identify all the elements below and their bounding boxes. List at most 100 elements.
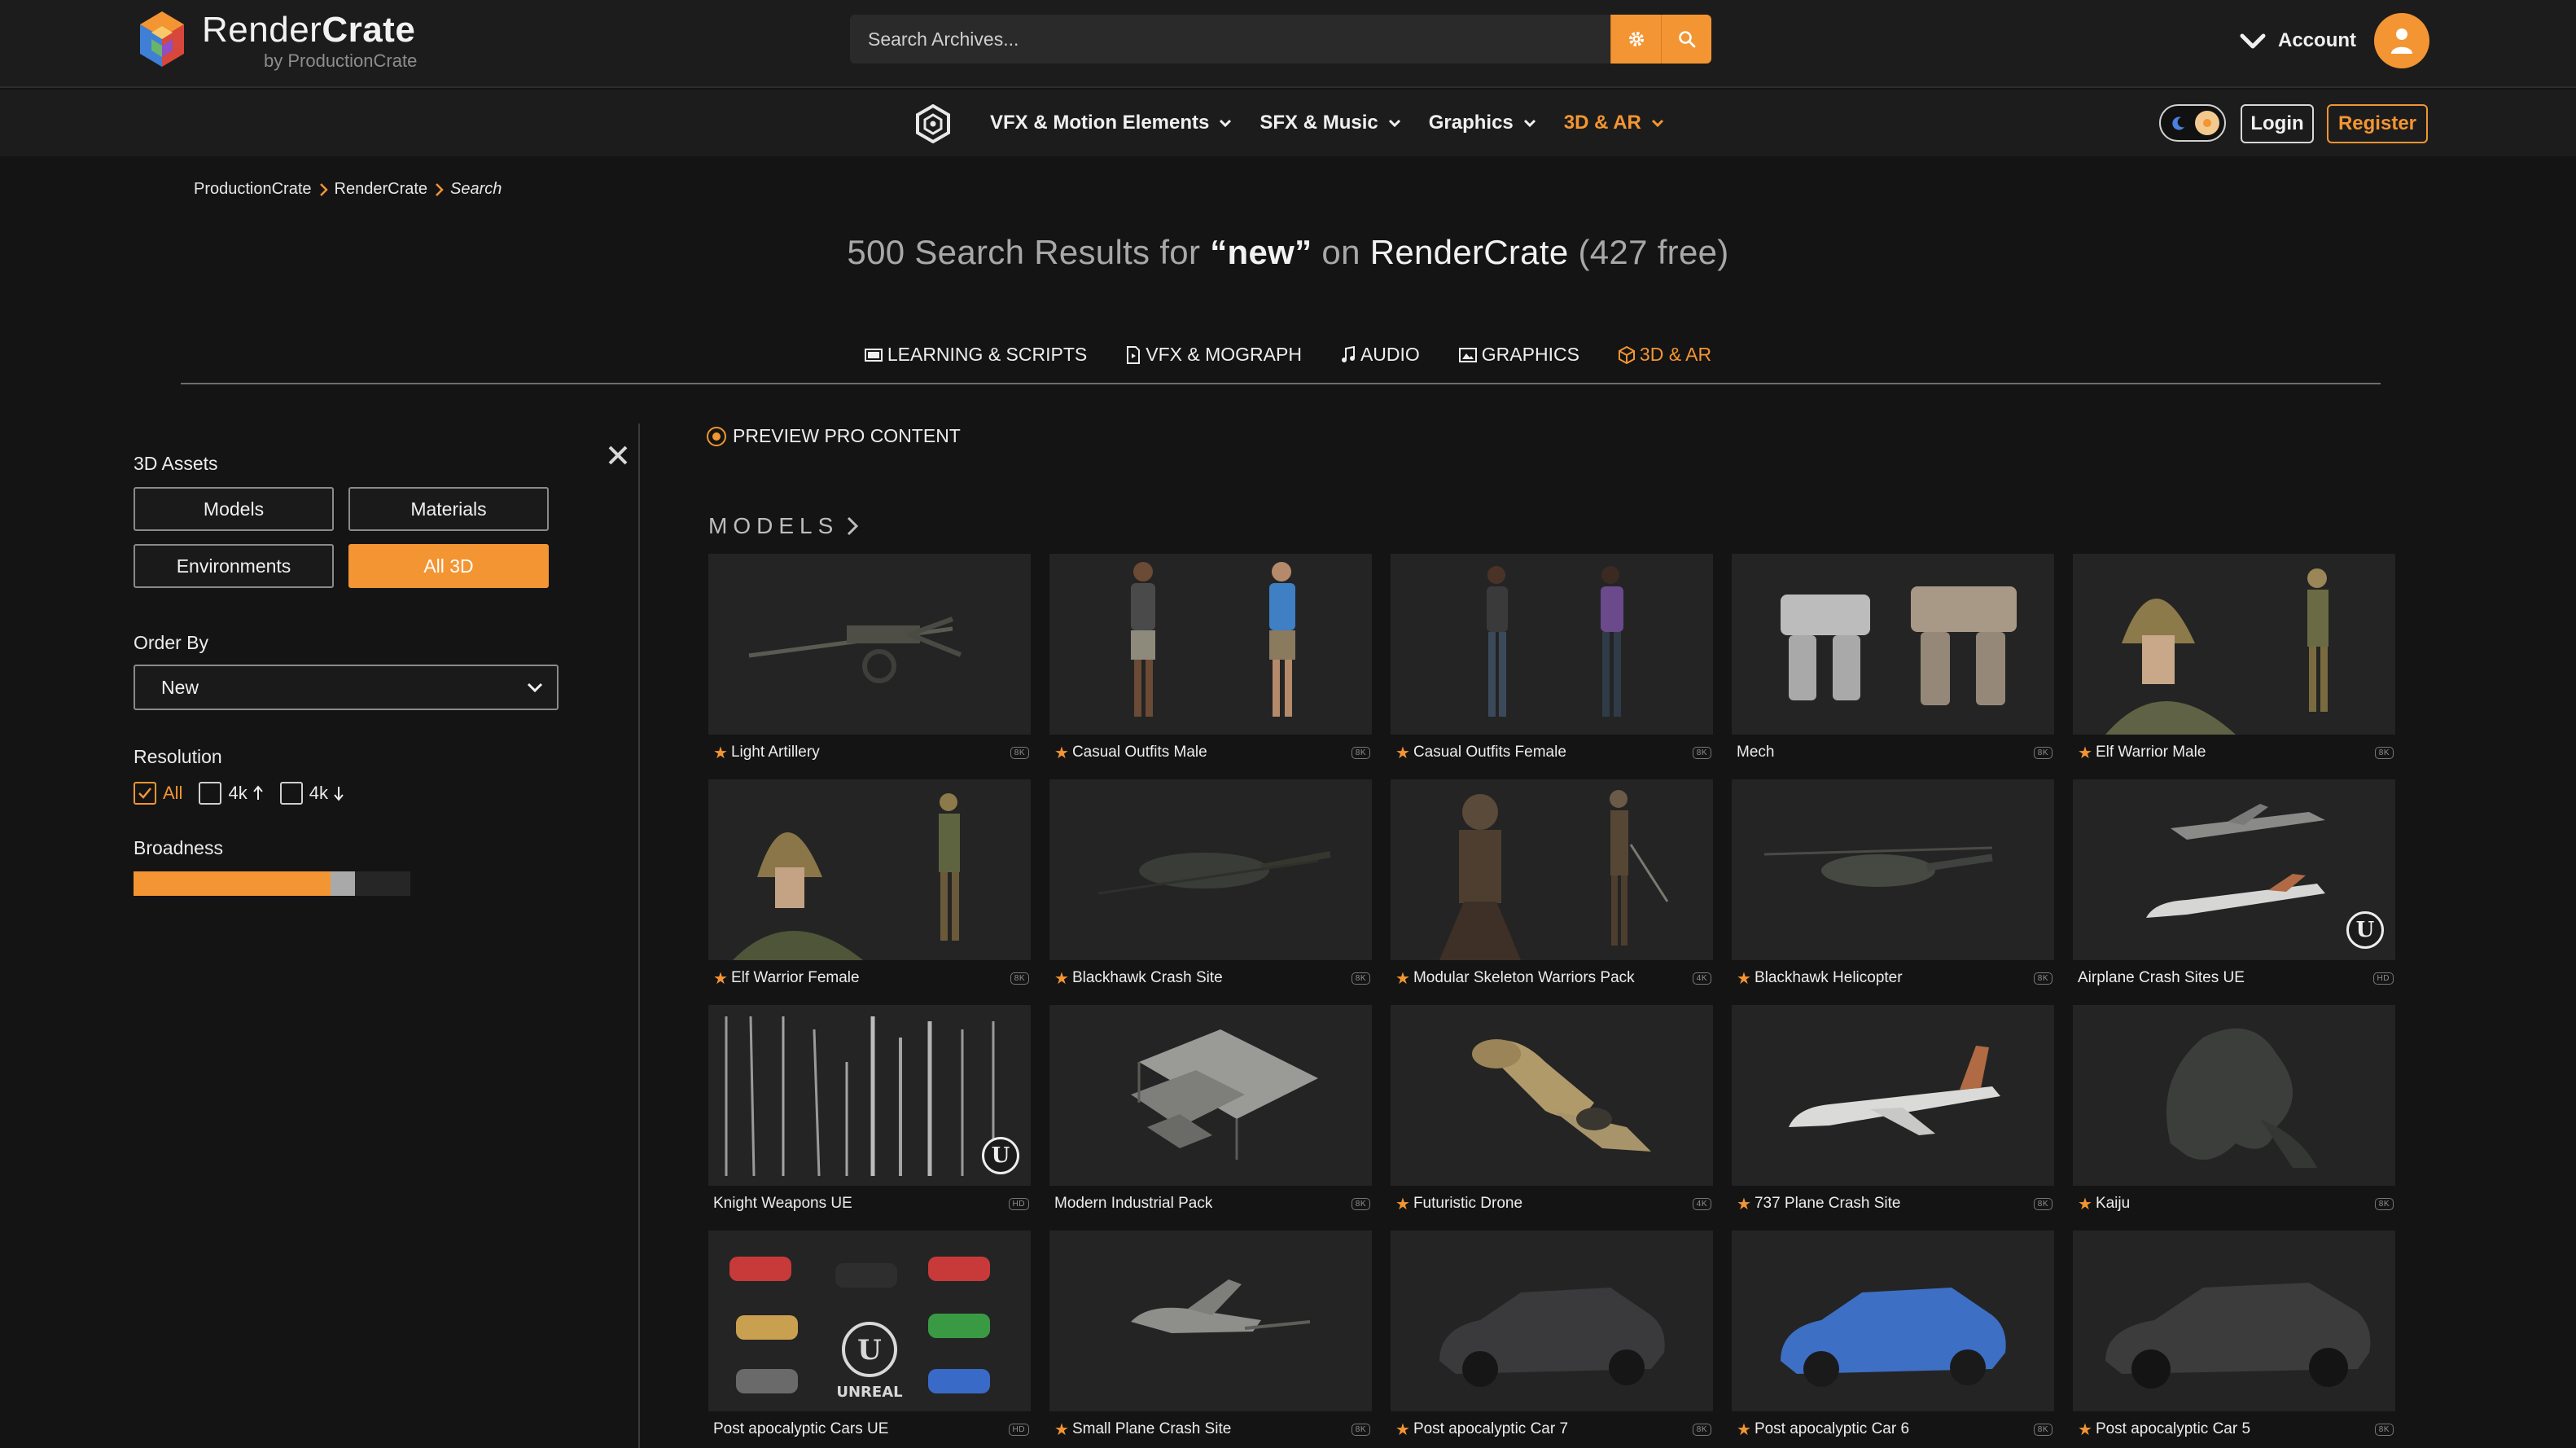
asset-thumbnail[interactable] — [1732, 779, 2054, 960]
asset-card[interactable]: ★ Casual Outfits Female 8K — [1391, 554, 1713, 779]
breadcrumb-link[interactable]: RenderCrate — [335, 180, 428, 199]
asset-title: Knight Weapons UE — [713, 1195, 852, 1212]
asset-card[interactable]: ★ Light Artillery 8K — [708, 554, 1031, 779]
asset-card[interactable]: U UNREAL Post apocalyptic Cars UE HD — [708, 1231, 1031, 1448]
asset-card[interactable]: ★ Futuristic Drone 4K — [1391, 1005, 1713, 1231]
asset-thumbnail[interactable]: U — [2073, 779, 2395, 960]
tab-audio[interactable]: AUDIO — [1341, 344, 1420, 366]
theme-toggle[interactable] — [2159, 104, 2226, 142]
asset-thumbnail[interactable] — [1049, 554, 1372, 735]
asset-card[interactable]: ★ Post apocalyptic Car 6 8K — [1732, 1231, 2054, 1448]
asset-thumbnail[interactable] — [708, 779, 1031, 960]
asset-card[interactable]: ★ Modular Skeleton Warriors Pack 4K — [1391, 779, 1713, 1005]
asset-title: Modular Skeleton Warriors Pack — [1413, 969, 1635, 986]
nav-vfx-motion[interactable]: VFX & Motion Elements — [990, 112, 1232, 134]
resolution-badge: 8K — [1351, 1423, 1370, 1436]
search-input[interactable] — [850, 15, 1610, 64]
asset-card[interactable]: U Airplane Crash Sites UE HD — [2073, 779, 2395, 1005]
models-section-link[interactable]: MODELS — [708, 513, 860, 539]
checkbox[interactable] — [134, 782, 156, 805]
category-nav: VFX & Motion Elements SFX & Music Graphi… — [0, 90, 2576, 156]
chevron-down-icon — [527, 682, 543, 693]
asset-title: Elf Warrior Female — [730, 969, 860, 986]
tab-3d-ar[interactable]: 3D & AR — [1618, 344, 1711, 366]
filter-all-3d-button[interactable]: All 3D — [348, 544, 549, 588]
asset-title: Casual Outfits Female — [1413, 744, 1566, 761]
asset-card[interactable]: ★ Blackhawk Helicopter 8K — [1732, 779, 2054, 1005]
asset-card[interactable]: Mech 8K — [1732, 554, 2054, 779]
avatar[interactable] — [2374, 13, 2429, 68]
rendercrate-logo[interactable]: RenderCrate by ProductionCrate — [137, 10, 417, 72]
asset-card[interactable]: Modern Industrial Pack 8K — [1049, 1005, 1372, 1231]
asset-thumbnail[interactable] — [708, 554, 1031, 735]
asset-thumbnail[interactable] — [1391, 779, 1713, 960]
breadcrumb-link[interactable]: ProductionCrate — [194, 180, 312, 199]
nav-sfx-music[interactable]: SFX & Music — [1260, 112, 1400, 134]
resolution-all-option[interactable]: All — [134, 782, 182, 805]
tab-learning-scripts[interactable]: LEARNING & SCRIPTS — [864, 344, 1087, 366]
asset-card[interactable]: ★ Post apocalyptic Car 5 8K — [2073, 1231, 2395, 1448]
asset-thumbnail[interactable] — [2073, 554, 2395, 735]
tabs-divider — [181, 383, 2381, 384]
chevron-right-icon — [848, 516, 859, 536]
account-menu[interactable]: Account — [2239, 13, 2429, 68]
asset-thumbnail[interactable] — [1391, 554, 1713, 735]
arrow-down-icon — [334, 787, 344, 801]
tab-vfx-mograph[interactable]: VFX & MOGRAPH — [1126, 344, 1302, 366]
filter-materials-button[interactable]: Materials — [348, 487, 549, 531]
asset-thumbnail[interactable]: U — [708, 1005, 1031, 1186]
login-button[interactable]: Login — [2241, 104, 2314, 143]
checkbox[interactable] — [199, 782, 222, 805]
asset-thumbnail[interactable] — [1049, 1005, 1372, 1186]
broadness-slider-handle[interactable] — [331, 871, 355, 896]
asset-thumbnail[interactable] — [2073, 1005, 2395, 1186]
star-icon: ★ — [2078, 744, 2092, 762]
resolution-badge: 8K — [2033, 1423, 2052, 1436]
productioncrate-icon[interactable] — [915, 104, 951, 143]
checkbox[interactable] — [279, 782, 303, 805]
asset-thumbnail[interactable] — [1049, 779, 1372, 960]
resolution-badge: HD — [1008, 1197, 1029, 1210]
svg-text:U: U — [857, 1334, 882, 1367]
asset-card[interactable]: ★ Blackhawk Crash Site 8K — [1049, 779, 1372, 1005]
tab-graphics[interactable]: GRAPHICS — [1458, 344, 1579, 366]
search-bar — [850, 15, 1711, 64]
asset-thumbnail[interactable] — [1391, 1231, 1713, 1411]
order-by-select[interactable]: New — [134, 665, 559, 710]
filter-models-button[interactable]: Models — [134, 487, 334, 531]
nav-graphics[interactable]: Graphics — [1429, 112, 1536, 134]
resolution-4k-up-option[interactable]: 4k — [199, 782, 263, 805]
asset-thumbnail[interactable] — [1732, 1005, 2054, 1186]
resolution-badge: 8K — [1692, 746, 1711, 759]
resolution-badge: 8K — [2374, 746, 2394, 759]
search-button[interactable] — [1661, 15, 1711, 64]
asset-card[interactable]: U Knight Weapons UE HD — [708, 1005, 1031, 1231]
search-settings-button[interactable] — [1610, 15, 1661, 64]
close-icon[interactable] — [606, 443, 630, 467]
asset-card[interactable]: ★ 737 Plane Crash Site 8K — [1732, 1005, 2054, 1231]
logo-title: RenderCrate — [202, 10, 416, 50]
asset-card[interactable]: ★ Post apocalyptic Car 7 8K — [1391, 1231, 1713, 1448]
resolution-badge: 8K — [1351, 746, 1370, 759]
filter-environments-button[interactable]: Environments — [134, 544, 334, 588]
asset-card[interactable]: ★ Elf Warrior Male 8K — [2073, 554, 2395, 779]
asset-thumbnail[interactable] — [1732, 1231, 2054, 1411]
nav-3d-ar[interactable]: 3D & AR — [1564, 112, 1664, 134]
asset-thumbnail[interactable] — [1049, 1231, 1372, 1411]
radio-button[interactable] — [707, 426, 726, 446]
svg-text:UNREAL: UNREAL — [836, 1384, 902, 1401]
asset-thumbnail[interactable] — [1732, 554, 2054, 735]
broadness-slider[interactable] — [134, 871, 410, 896]
asset-thumbnail[interactable]: U UNREAL — [708, 1231, 1031, 1411]
resolution-4k-down-option[interactable]: 4k — [279, 782, 344, 805]
preview-pro-toggle[interactable]: PREVIEW PRO CONTENT — [707, 425, 961, 447]
results-grid: ★ Light Artillery 8K ★ Casual Outfits Male 8… — [708, 554, 2395, 1448]
asset-card[interactable]: ★ Kaiju 8K — [2073, 1005, 2395, 1231]
breadcrumb-current: Search — [450, 180, 502, 198]
register-button[interactable]: Register — [2327, 104, 2428, 143]
asset-thumbnail[interactable] — [2073, 1231, 2395, 1411]
asset-card[interactable]: ★ Casual Outfits Male 8K — [1049, 554, 1372, 779]
asset-thumbnail[interactable] — [1391, 1005, 1713, 1186]
asset-card[interactable]: ★ Small Plane Crash Site 8K — [1049, 1231, 1372, 1448]
asset-card[interactable]: ★ Elf Warrior Female 8K — [708, 779, 1031, 1005]
